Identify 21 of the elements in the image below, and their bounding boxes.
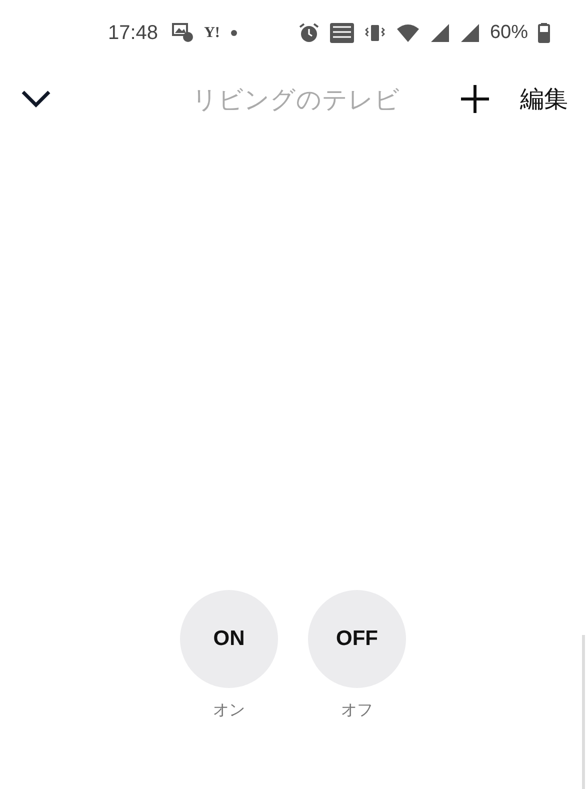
collapse-button[interactable] <box>20 89 52 109</box>
vibrate-icon <box>364 23 386 43</box>
add-button[interactable] <box>460 84 490 114</box>
edit-button[interactable]: 編集 <box>520 83 568 115</box>
battery-percent: 60% <box>490 22 528 44</box>
chevron-down-icon <box>20 89 52 109</box>
remote-button[interactable]: ON <box>180 590 278 688</box>
dot-icon <box>230 29 238 37</box>
status-time: 17:48 <box>108 22 158 44</box>
alarm-clock-icon <box>298 22 320 44</box>
remote-button[interactable]: OFF <box>308 590 406 688</box>
picture-notification-icon <box>172 23 194 43</box>
screen-title: リビングのテレビ <box>191 84 401 116</box>
plus-icon <box>460 84 490 114</box>
app-logo: Y! <box>204 24 220 42</box>
battery-icon <box>538 23 550 43</box>
signal-icon <box>460 23 480 43</box>
signal-icon <box>430 23 450 43</box>
button-caption: オン <box>213 700 245 721</box>
button-caption: オフ <box>341 700 373 721</box>
wifi-icon <box>396 23 420 43</box>
